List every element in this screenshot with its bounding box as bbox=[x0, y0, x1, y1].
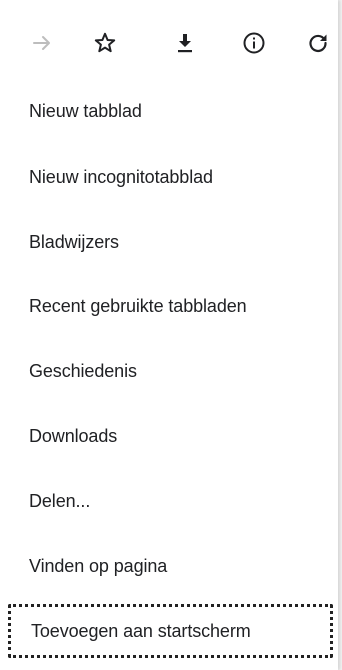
info-circle-icon bbox=[243, 32, 265, 54]
menu-item-label: Vinden op pagina bbox=[29, 555, 168, 576]
menu-item-label: Nieuw incognitotabblad bbox=[29, 166, 213, 187]
download-button[interactable] bbox=[165, 18, 205, 68]
star-outline-icon bbox=[94, 32, 116, 53]
menu-item-history[interactable]: Geschiedenis bbox=[0, 348, 338, 394]
menu-item-label: Toevoegen aan startscherm bbox=[31, 620, 251, 641]
menu-item-downloads[interactable]: Downloads bbox=[0, 413, 338, 459]
menu-toolbar bbox=[0, 18, 338, 68]
menu-item-label: Nieuw tabblad bbox=[29, 100, 142, 121]
menu-item-share[interactable]: Delen... bbox=[0, 478, 338, 524]
overflow-menu: Nieuw tabblad Nieuw incognitotabblad Bla… bbox=[0, 0, 338, 670]
menu-item-label: Downloads bbox=[29, 425, 118, 446]
menu-item-label: Bladwijzers bbox=[29, 231, 119, 252]
menu-item-label: Delen... bbox=[29, 490, 91, 511]
forward-button[interactable] bbox=[22, 18, 62, 68]
menu-item-find-in-page[interactable]: Vinden op pagina bbox=[0, 543, 338, 589]
menu-item-new-incognito-tab[interactable]: Nieuw incognitotabblad bbox=[0, 154, 338, 200]
menu-item-new-tab[interactable]: Nieuw tabblad bbox=[0, 88, 338, 134]
menu-item-label: Recent gebruikte tabbladen bbox=[29, 295, 247, 316]
menu-item-bookmarks[interactable]: Bladwijzers bbox=[0, 219, 338, 265]
menu-item-label: Geschiedenis bbox=[29, 360, 137, 381]
bookmark-button[interactable] bbox=[85, 18, 125, 68]
menu-item-add-to-home-screen[interactable]: Toevoegen aan startscherm bbox=[0, 608, 338, 654]
download-icon bbox=[178, 34, 192, 53]
forward-arrow-icon bbox=[33, 36, 50, 50]
page-info-button[interactable] bbox=[234, 18, 274, 68]
reload-icon bbox=[309, 34, 327, 52]
reload-button[interactable] bbox=[298, 18, 338, 68]
menu-item-recent-tabs[interactable]: Recent gebruikte tabbladen bbox=[0, 283, 338, 329]
